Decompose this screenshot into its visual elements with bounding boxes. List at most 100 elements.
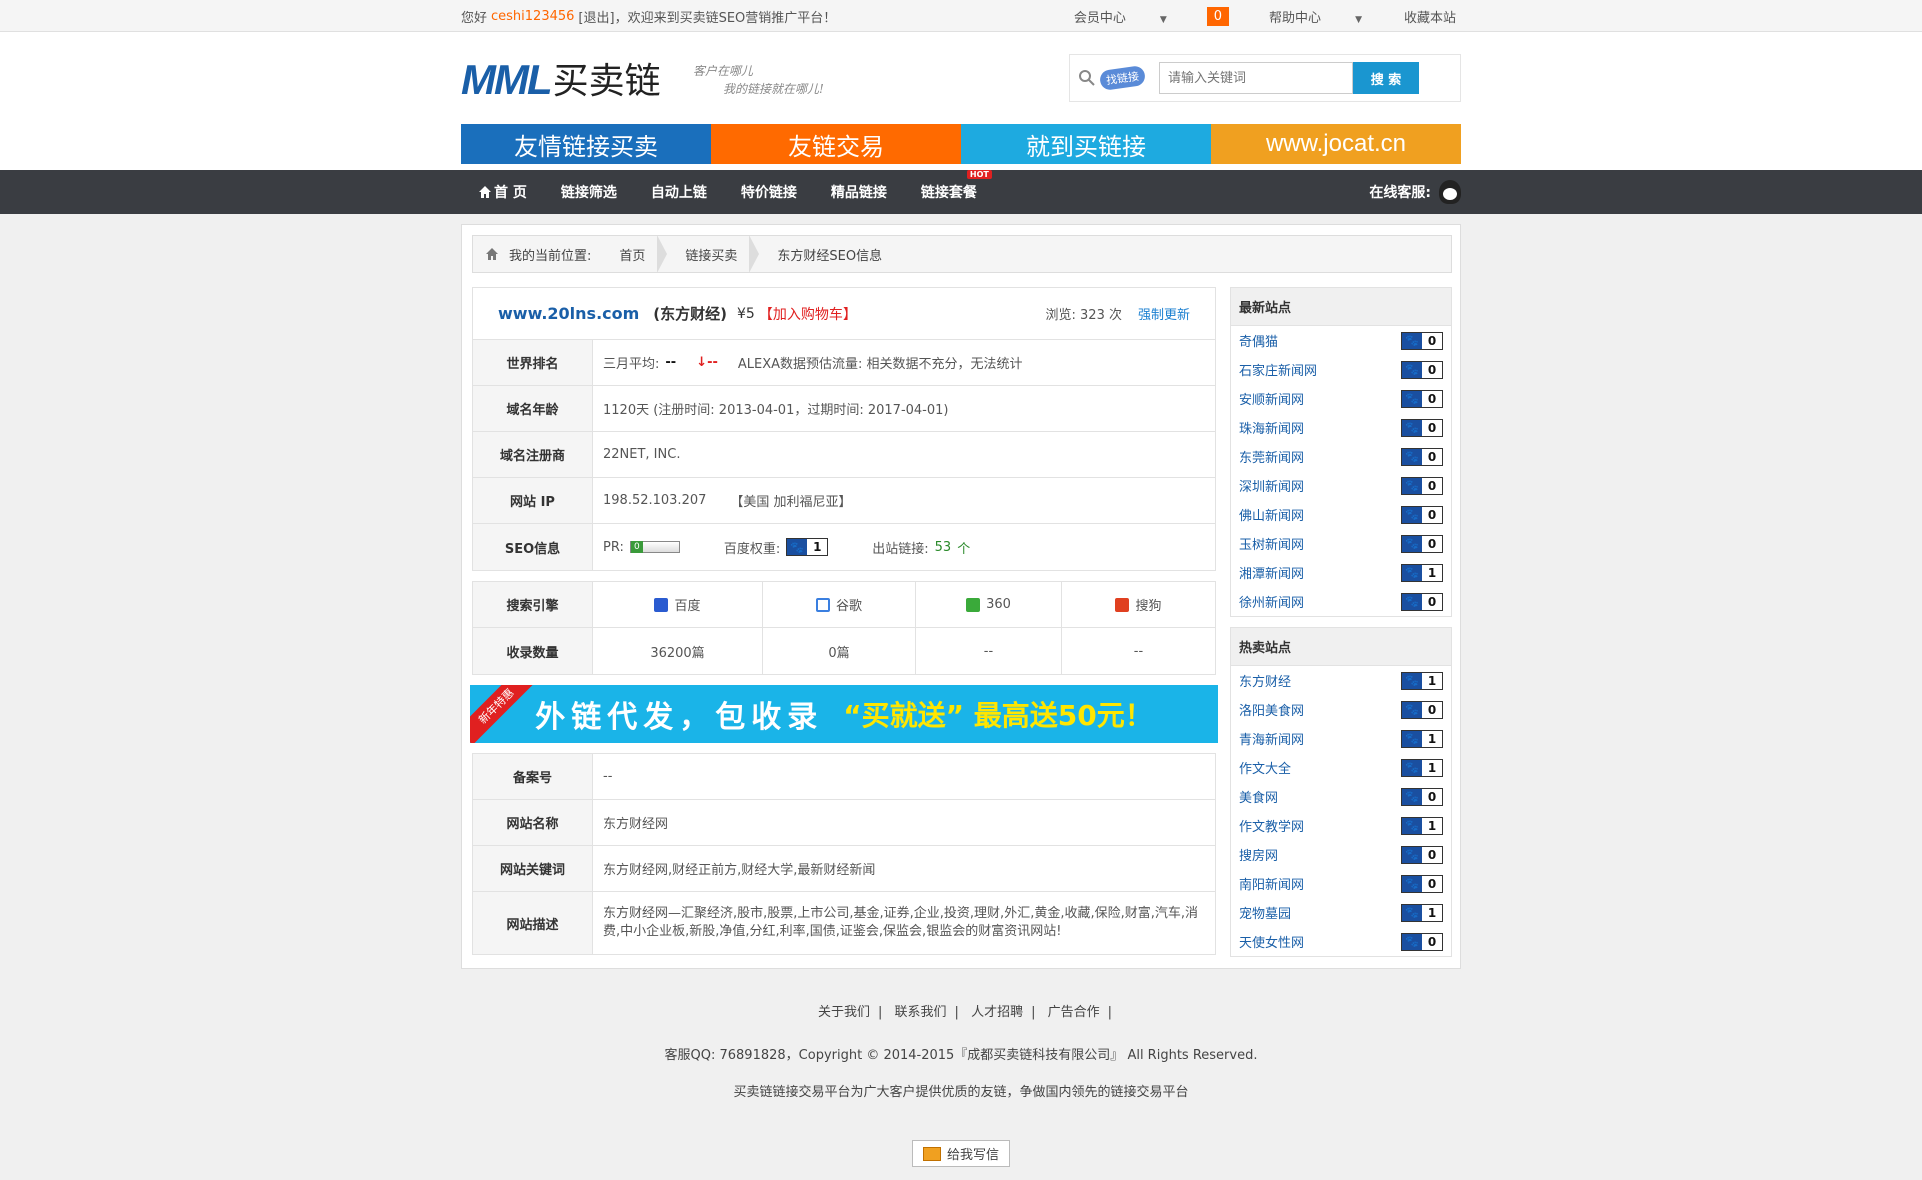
sidebar-site-name[interactable]: 东莞新闻网 [1239,447,1304,466]
sidebar-site-name[interactable]: 石家庄新闻网 [1239,360,1317,379]
nav-auto-link[interactable]: 自动上链 [634,182,724,202]
baidu-weight-badge: 🐾 0 [1401,787,1443,806]
banner[interactable]: 友情链接买卖 友链交易 就到买链接 www.jocat.cn [461,124,1461,164]
sidebar-site-item[interactable]: 东莞新闻网 🐾 0 [1231,442,1451,471]
sidebar-site-item[interactable]: 徐州新闻网 🐾 0 [1231,587,1451,616]
baidu-weight-badge: 🐾 0 [1401,534,1443,553]
sidebar-site-item[interactable]: 珠海新闻网 🐾 0 [1231,413,1451,442]
paw-icon: 🐾 [1402,817,1422,834]
nav-home[interactable]: 首 页 [461,182,544,202]
search-input[interactable] [1159,62,1353,94]
sidebar-site-item[interactable]: 深圳新闻网 🐾 0 [1231,471,1451,500]
footer-ads[interactable]: 广告合作 [1040,1005,1108,1020]
home-icon [486,248,498,260]
sidebar-site-name[interactable]: 作文大全 [1239,758,1291,777]
breadcrumb-link-trade[interactable]: 链接买卖 [667,235,760,273]
force-refresh-link[interactable]: 强制更新 [1138,304,1190,323]
qq-penguin-icon[interactable] [1439,180,1461,204]
nav-packages[interactable]: 链接套餐 HOT [904,170,994,202]
baidu-weight-badge: 🐾 0 [1401,932,1443,951]
sidebar-site-name[interactable]: 作文教学网 [1239,816,1304,835]
logout-link[interactable]: [退出] [578,7,614,26]
nav-premium[interactable]: 精品链接 [814,182,904,202]
sidebar-site-name[interactable]: 安顺新闻网 [1239,389,1304,408]
search-button[interactable]: 搜 索 [1353,62,1419,94]
sidebar-site-name[interactable]: 南阳新闻网 [1239,874,1304,893]
baidu-weight-value: 1 [1422,904,1442,921]
sidebar-site-item[interactable]: 玉树新闻网 🐾 0 [1231,529,1451,558]
engine-sogou-label: 搜狗 [1135,599,1162,614]
footer-jobs[interactable]: 人才招聘 [963,1005,1031,1020]
sidebar-site-name[interactable]: 湘潭新闻网 [1239,563,1304,582]
help-center-menu[interactable]: 帮助中心 ▼ [1241,7,1390,26]
index-label: 收录数量 [473,628,593,674]
online-service[interactable]: 在线客服: [1369,180,1461,204]
promo-banner[interactable]: 新年特惠 外链代发，包收录 “买就送” 最高送50元！ [470,685,1218,743]
logo[interactable]: MML 买卖链 [461,52,661,104]
baidu-weight-value: 0 [1422,788,1442,805]
favorite-link[interactable]: 收藏本站 [1390,7,1461,26]
sidebar-site-name[interactable]: 珠海新闻网 [1239,418,1304,437]
rank-avg-label: 三月平均: [603,357,660,372]
sidebar-site-name[interactable]: 东方财经 [1239,671,1291,690]
sidebar-site-name[interactable]: 佛山新闻网 [1239,505,1304,524]
sidebar-site-item[interactable]: 作文大全 🐾 1 [1231,753,1451,782]
footer-about[interactable]: 关于我们 [810,1005,878,1020]
paw-icon: 🐾 [1402,701,1422,718]
sidebar-site-item[interactable]: 搜房网 🐾 0 [1231,840,1451,869]
chevron-down-icon: ▼ [1159,14,1167,25]
paw-icon: 🐾 [1402,564,1422,581]
engine-google[interactable]: 谷歌 [763,582,916,628]
sidebar-site-item[interactable]: 奇偶猫 🐾 0 [1231,326,1451,355]
username-link[interactable]: ceshi123456 [491,9,574,24]
add-to-cart-button[interactable]: 【加入购物车】 [759,304,857,324]
engine-baidu[interactable]: 百度 [593,582,763,628]
home-icon [479,186,491,198]
sidebar-site-name[interactable]: 徐州新闻网 [1239,592,1304,611]
member-center-label: 会员中心 [1073,10,1126,26]
write-mail-label: 给我写信 [946,1148,999,1163]
sidebar-site-name[interactable]: 美食网 [1239,787,1278,806]
banner-seg-4: www.jocat.cn [1211,124,1461,164]
sidebar-site-item[interactable]: 美食网 🐾 0 [1231,782,1451,811]
sidebar: 最新站点 奇偶猫 🐾 0 石家庄新闻网 🐾 0 安顺新闻网 🐾 0 珠海新闻网 🐾 0 东莞新闻网 🐾 0 深… [1230,287,1452,967]
sidebar-site-item[interactable]: 佛山新闻网 🐾 0 [1231,500,1451,529]
sidebar-site-item[interactable]: 南阳新闻网 🐾 0 [1231,869,1451,898]
slogan-line2: 我的链接就在哪儿! [723,82,824,96]
site-url-link[interactable]: www.20lns.com [498,304,639,323]
sidebar-site-name[interactable]: 天使女性网 [1239,932,1304,951]
baidu-weight-badge: 🐾 0 [1401,592,1443,611]
sidebar-site-name[interactable]: 奇偶猫 [1239,331,1278,350]
sidebar-site-name[interactable]: 玉树新闻网 [1239,534,1304,553]
engine-google-label: 谷歌 [835,599,862,614]
sidebar-site-item[interactable]: 作文教学网 🐾 1 [1231,811,1451,840]
footer-contact[interactable]: 联系我们 [887,1005,955,1020]
engine-sogou[interactable]: 搜狗 [1062,582,1215,628]
member-center-menu[interactable]: 会员中心 ▼ [1046,7,1195,26]
sidebar-site-name[interactable]: 青海新闻网 [1239,729,1304,748]
index-google[interactable]: 0篇 [763,628,916,674]
nav-link-filter[interactable]: 链接筛选 [544,182,634,202]
write-mail-button[interactable]: 给我写信 [911,1140,1010,1167]
breadcrumb-home[interactable]: 首页 [601,235,668,273]
sidebar-site-item[interactable]: 湘潭新闻网 🐾 1 [1231,558,1451,587]
info-row-registrar: 域名注册商 22NET, INC. [473,432,1215,478]
index-baidu[interactable]: 36200篇 [593,628,763,674]
engine-360[interactable]: 360 [916,582,1062,628]
sidebar-site-name[interactable]: 搜房网 [1239,845,1278,864]
sidebar-site-item[interactable]: 石家庄新闻网 🐾 0 [1231,355,1451,384]
logo-latin: MML [461,56,553,103]
sidebar-site-item[interactable]: 洛阳美食网 🐾 0 [1231,695,1451,724]
sidebar-site-name[interactable]: 洛阳美食网 [1239,700,1304,719]
sidebar-site-item[interactable]: 安顺新闻网 🐾 0 [1231,384,1451,413]
sidebar-site-name[interactable]: 宠物墓园 [1239,903,1291,922]
sidebar-site-name[interactable]: 深圳新闻网 [1239,476,1304,495]
sidebar-site-item[interactable]: 青海新闻网 🐾 1 [1231,724,1451,753]
sidebar-site-item[interactable]: 天使女性网 🐾 0 [1231,927,1451,956]
nav-special-price[interactable]: 特价链接 [724,182,814,202]
cart-count-badge[interactable]: 0 [1206,6,1230,26]
sidebar-site-item[interactable]: 东方财经 🐾 1 [1231,666,1451,695]
ip-value: 198.52.103.207 [603,493,707,508]
sidebar-site-item[interactable]: 宠物墓园 🐾 1 [1231,898,1451,927]
baidu-weight-badge: 🐾 0 [1401,700,1443,719]
